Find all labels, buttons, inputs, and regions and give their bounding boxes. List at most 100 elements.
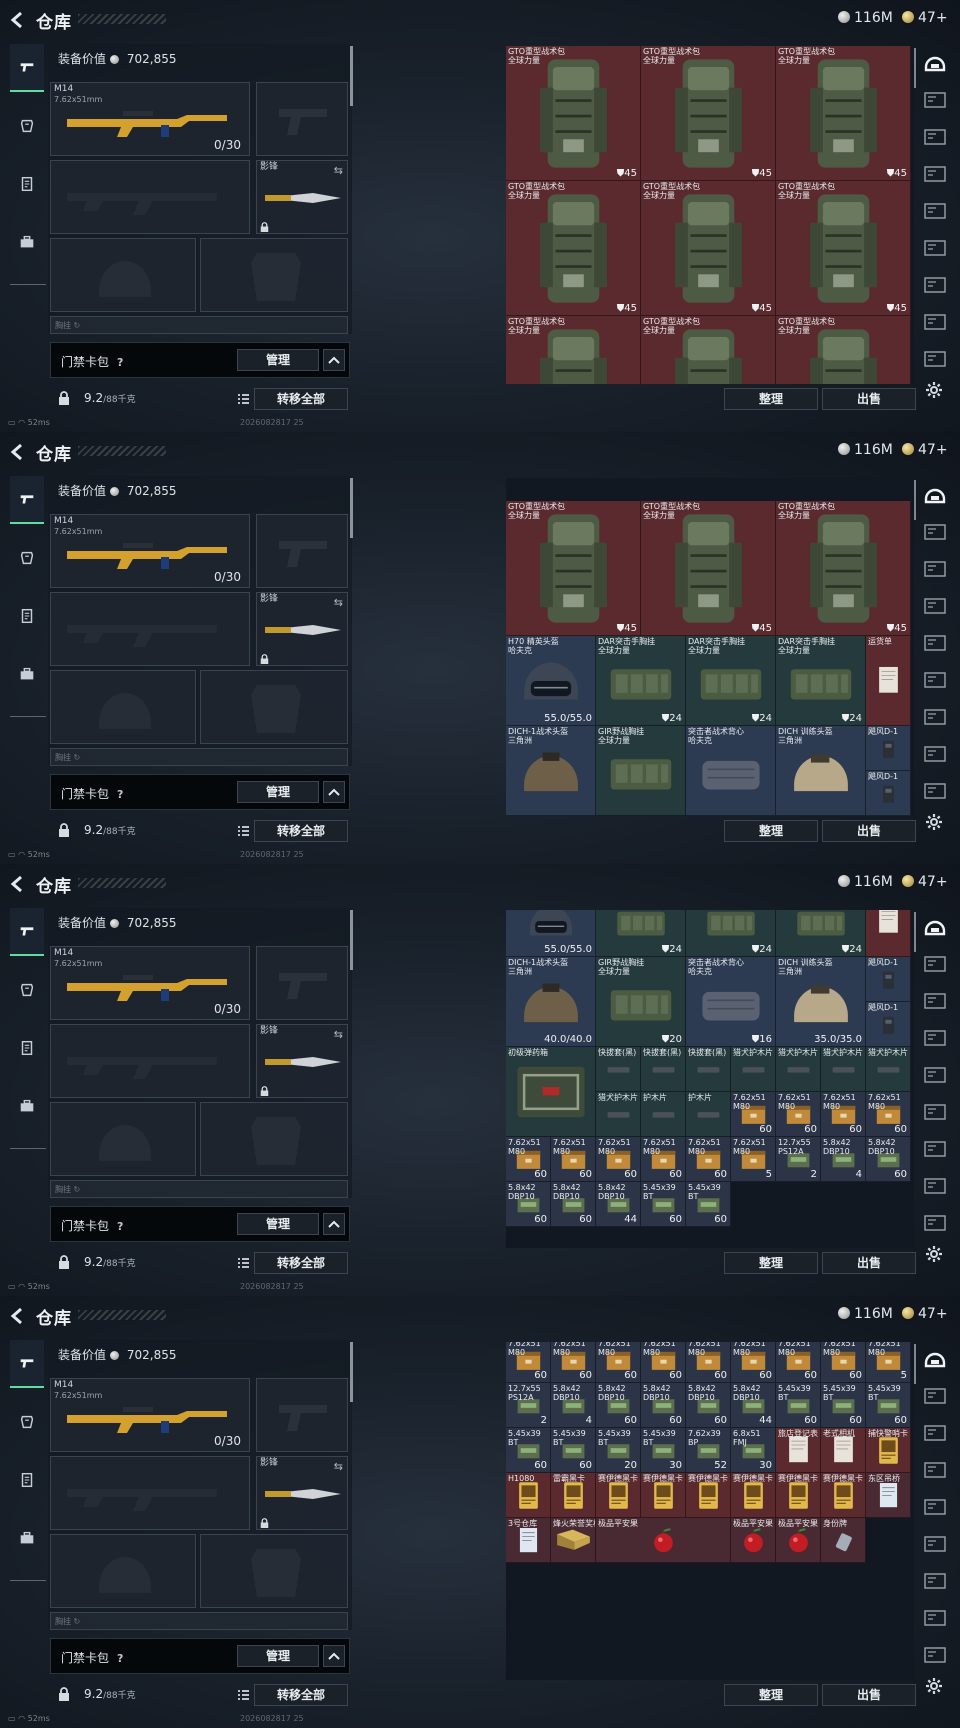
manage-button[interactable]: 管理 — [237, 349, 319, 371]
helmet-slot[interactable] — [50, 670, 196, 744]
storage-item[interactable]: GTO重型战术包 全球力量 ⛊45 — [641, 181, 776, 316]
storage-item[interactable]: 5.8x42 DBP10 4 — [551, 1383, 596, 1428]
sort-button[interactable]: 整理 — [724, 388, 818, 410]
storage-item[interactable]: H1080 — [506, 1473, 551, 1518]
storage-item[interactable]: DICH-1战术头盔 三角洲 — [506, 726, 596, 816]
secondary-weapon-slot[interactable] — [50, 1456, 250, 1530]
transfer-all-button[interactable]: 转移全部 — [254, 1252, 348, 1274]
side-tab-case[interactable] — [10, 218, 44, 266]
side-tab-armor[interactable] — [10, 534, 44, 582]
storage-item[interactable]: 快拔套(黑) — [686, 1047, 731, 1092]
storage-item[interactable]: GTO重型战术包 全球力量 — [506, 316, 641, 384]
storage-item[interactable]: 5.8x42 DBP10 60 — [506, 1182, 551, 1227]
storage-item[interactable]: 5.8x42 DBP10 60 — [866, 1137, 911, 1182]
list-icon[interactable] — [234, 1686, 252, 1704]
pistol-slot[interactable] — [256, 946, 348, 1020]
storage-page-icon[interactable] — [922, 988, 948, 1014]
sell-button[interactable]: 出售 — [822, 1684, 916, 1706]
storage-page-icon[interactable] — [922, 1025, 948, 1051]
storage-item[interactable]: 7.62x51 M80 5 — [866, 1342, 911, 1383]
list-icon[interactable] — [234, 1254, 252, 1272]
loadout-scrollbar[interactable] — [350, 910, 353, 970]
pistol-slot[interactable] — [256, 82, 348, 156]
back-icon[interactable] — [8, 442, 28, 462]
storage-item[interactable]: 7.62x51 M80 60 — [731, 1342, 776, 1383]
storage-page-icon[interactable] — [922, 198, 948, 224]
storage-page-icon[interactable] — [922, 1420, 948, 1446]
rig-strip[interactable]: 胸挂 ↻ — [50, 1180, 348, 1198]
storage-item[interactable]: 5.8x42 DBP10 60 — [596, 1383, 641, 1428]
transfer-all-button[interactable]: 转移全部 — [254, 388, 348, 410]
swap-icon[interactable]: ⇆ — [334, 596, 343, 609]
storage-item[interactable]: 猎犬护木片 — [866, 1047, 911, 1092]
rig-strip[interactable]: 胸挂 ↻ — [50, 316, 348, 334]
storage-page-icon[interactable] — [922, 346, 948, 372]
storage-item[interactable]: DAR突击手胸挂 全球力量 ⛊24 — [596, 636, 686, 726]
storage-item[interactable]: DICH 训练头盔 三角洲 — [776, 726, 866, 816]
storage-item[interactable]: 快拔套(黑) — [641, 1047, 686, 1092]
storage-item[interactable]: 7.62x51 M80 60 — [866, 1092, 911, 1137]
helmet-filter-icon[interactable] — [922, 914, 948, 940]
storage-item[interactable]: GTO重型战术包 全球力量 — [776, 316, 911, 384]
storage-item[interactable]: 猎犬护木片 — [821, 1047, 866, 1092]
storage-page-icon[interactable] — [922, 1642, 948, 1668]
storage-page-icon[interactable] — [922, 1383, 948, 1409]
storage-item[interactable]: GTO重型战术包 全球力量 ⛊45 — [641, 46, 776, 181]
storage-item[interactable]: 7.62x51 M80 60 — [776, 1342, 821, 1383]
gold-currency[interactable]: 47+ — [902, 10, 948, 26]
storage-item[interactable]: 捕快警哨卡 — [866, 1428, 911, 1473]
side-tab-armor[interactable] — [10, 102, 44, 150]
sort-button[interactable]: 整理 — [724, 820, 818, 842]
storage-item[interactable]: 护木片 — [686, 1092, 731, 1137]
storage-item[interactable]: GTO重型战术包 全球力量 ⛊45 — [776, 181, 911, 316]
sell-button[interactable]: 出售 — [822, 1252, 916, 1274]
swap-icon[interactable]: ⇆ — [334, 164, 343, 177]
melee-slot[interactable]: 影锋 ⇆ — [256, 1456, 348, 1530]
armor-slot[interactable] — [200, 670, 348, 744]
storage-page-icon[interactable] — [922, 593, 948, 619]
collapse-button[interactable] — [323, 1213, 345, 1235]
help-icon[interactable]: ? — [117, 356, 123, 369]
storage-item[interactable]: 极品平安果 — [596, 1518, 731, 1563]
storage-item[interactable]: 旅店登记表 — [776, 1428, 821, 1473]
secondary-weapon-slot[interactable] — [50, 160, 250, 234]
storage-item[interactable]: 3号仓库 — [506, 1518, 551, 1563]
storage-scrollbar[interactable] — [914, 912, 916, 952]
storage-item[interactable]: 赛伊德黑卡 — [731, 1473, 776, 1518]
storage-item[interactable]: 5.45x39 BT 30 — [641, 1428, 686, 1473]
storage-item[interactable] — [866, 910, 911, 957]
help-icon[interactable]: ? — [117, 788, 123, 801]
storage-item[interactable]: 5.8x42 DBP10 60 — [686, 1383, 731, 1428]
secondary-weapon-slot[interactable] — [50, 592, 250, 666]
storage-item[interactable]: 12.7x55 PS12A 2 — [776, 1137, 821, 1182]
storage-page-icon[interactable] — [922, 161, 948, 187]
storage-item[interactable]: 烽火荣誉奖杯 — [551, 1518, 596, 1563]
storage-item[interactable]: DICH-1战术头盔 三角洲 40.0/40.0 — [506, 957, 596, 1047]
sell-button[interactable]: 出售 — [822, 388, 916, 410]
side-tab-gun[interactable] — [10, 1340, 44, 1388]
loadout-scrollbar[interactable] — [350, 478, 353, 538]
armor-slot[interactable] — [200, 1534, 348, 1608]
loadout-scrollbar[interactable] — [350, 46, 353, 106]
primary-weapon-slot[interactable]: M14 7.62x51mm 0/30 — [50, 82, 250, 156]
storage-item[interactable]: GIR野战胸挂 全球力量 ⛊20 — [596, 957, 686, 1047]
storage-item[interactable]: 猎犬护木片 — [596, 1092, 641, 1137]
storage-page-icon[interactable] — [922, 235, 948, 261]
storage-item[interactable]: 7.62x51 M80 60 — [551, 1137, 596, 1182]
storage-item[interactable]: 赛伊德黑卡 — [686, 1473, 731, 1518]
gold-currency[interactable]: 47+ — [902, 442, 948, 458]
storage-item[interactable]: DAR突击手胸挂 全球力量 ⛊24 — [686, 636, 776, 726]
storage-page-icon[interactable] — [922, 667, 948, 693]
collapse-button[interactable] — [323, 1645, 345, 1667]
storage-item[interactable]: 5.45x39 BT 60 — [821, 1383, 866, 1428]
storage-page-icon[interactable] — [922, 1062, 948, 1088]
collapse-button[interactable] — [323, 349, 345, 371]
storage-item[interactable]: GTO重型战术包 全球力量 ⛊45 — [776, 501, 911, 636]
storage-item[interactable]: 5.45x39 BT 60 — [551, 1428, 596, 1473]
swap-icon[interactable]: ⇆ — [334, 1028, 343, 1041]
storage-page-icon[interactable] — [922, 1568, 948, 1594]
storage-item[interactable]: 飓风D-1 — [866, 726, 911, 771]
pistol-slot[interactable] — [256, 514, 348, 588]
storage-item[interactable]: ⛊24 — [686, 910, 776, 957]
storage-page-icon[interactable] — [922, 1494, 948, 1520]
